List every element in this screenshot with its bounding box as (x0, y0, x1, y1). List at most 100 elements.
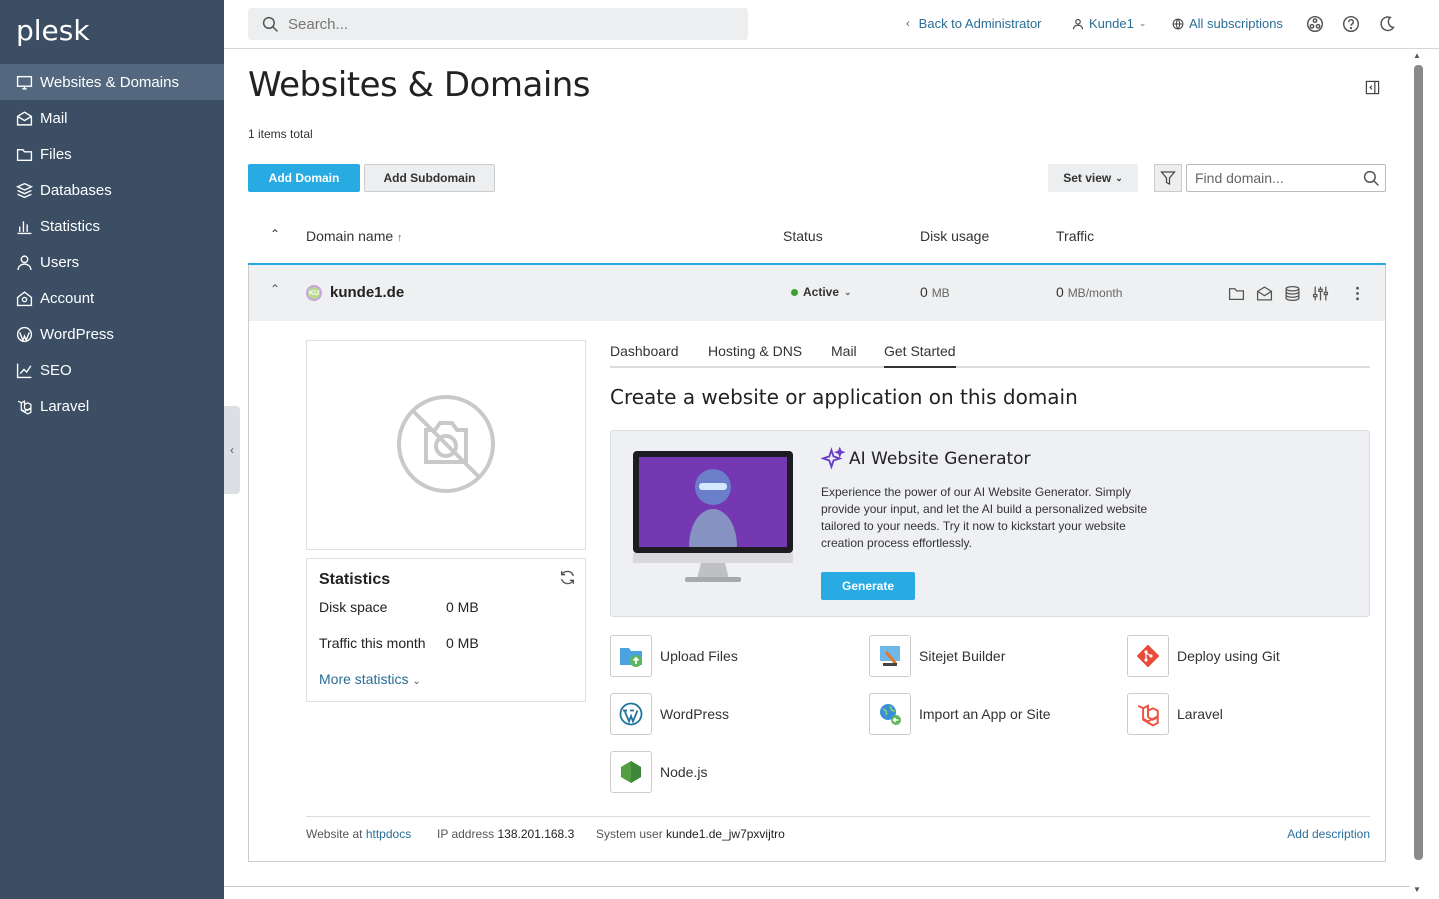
sidebar-item-account[interactable]: Account (0, 280, 224, 316)
set-view-button[interactable]: Set view ⌄ (1048, 164, 1138, 192)
sort-ascending-icon: ↑ (397, 232, 403, 244)
chevron-down-icon: ⌄ (1115, 172, 1123, 183)
git-icon (1127, 635, 1169, 677)
wordpress-icon (16, 326, 33, 342)
ip-address-label: IP address (437, 827, 495, 841)
upload-files-icon (610, 635, 652, 677)
disk-space-value: 0 MB (446, 599, 479, 615)
disk-space-label: Disk space (319, 599, 388, 615)
search-icon (1363, 170, 1379, 186)
website-preview[interactable] (306, 340, 586, 550)
sidebar-item-label: Users (40, 253, 80, 271)
all-subscriptions-link[interactable]: All subscriptions (1172, 16, 1283, 31)
tab-mail[interactable]: Mail (831, 343, 857, 368)
bottom-divider (224, 886, 1414, 887)
settings-sliders-icon[interactable] (1312, 285, 1329, 302)
more-statistics-label: More statistics (319, 671, 409, 687)
sidebar-item-users[interactable]: Users (0, 244, 224, 280)
sidebar-item-statistics[interactable]: Statistics (0, 208, 224, 244)
column-status[interactable]: Status (783, 228, 823, 244)
sidebar-item-databases[interactable]: Databases (0, 172, 224, 208)
chevron-down-icon: ⌄ (1138, 18, 1147, 28)
statistics-title: Statistics (319, 571, 391, 588)
more-statistics-link[interactable]: More statistics ⌄ (319, 671, 421, 687)
collapse-all-icon[interactable]: ⌃ (270, 227, 280, 241)
database-icon[interactable] (1284, 285, 1301, 302)
extensions-icon[interactable] (1306, 15, 1324, 33)
deploy-git-label: Deploy using Git (1177, 648, 1280, 664)
httpdocs-link[interactable]: httpdocs (366, 827, 411, 841)
back-to-administrator-link[interactable]: ‹ Back to Administrator (906, 16, 1042, 31)
filter-button[interactable] (1154, 164, 1182, 192)
nodejs-label: Node.js (660, 764, 708, 780)
add-description-link[interactable]: Add description (1287, 827, 1370, 841)
find-domain-input[interactable]: Find domain... (1186, 164, 1386, 192)
search-icon (262, 16, 278, 32)
sidebar-item-laravel[interactable]: Laravel (0, 388, 224, 424)
wordpress-label: WordPress (660, 706, 729, 722)
user-icon (17, 254, 32, 270)
tab-hosting-dns[interactable]: Hosting & DNS (708, 343, 802, 368)
column-domain-name[interactable]: Domain name ↑ (306, 228, 403, 244)
wordpress-action[interactable]: WordPress (610, 693, 729, 735)
laravel-action[interactable]: Laravel (1127, 693, 1223, 735)
layers-icon (16, 182, 33, 198)
column-disk-usage[interactable]: Disk usage (920, 228, 989, 244)
add-domain-button[interactable]: Add Domain (248, 164, 360, 192)
refresh-icon[interactable] (559, 569, 576, 586)
scroll-up-icon[interactable]: ▲ (1413, 51, 1421, 60)
sitejet-builder-action[interactable]: Sitejet Builder (869, 635, 1005, 677)
table-row[interactable]: ⌃ KU kunde1.de Active ⌄ 0 MB 0 MB/month (248, 265, 1386, 321)
upload-files-action[interactable]: Upload Files (610, 635, 738, 677)
collapse-panel-icon[interactable] (1365, 80, 1380, 95)
topbar: Search... ‹ Back to Administrator Kunde1… (224, 0, 1439, 49)
collapse-row-icon[interactable]: ⌃ (270, 282, 280, 296)
sidebar-item-websites-domains[interactable]: Websites & Domains (0, 64, 224, 100)
mail-icon (16, 110, 33, 126)
file-manager-icon[interactable] (1228, 285, 1245, 302)
add-subdomain-button[interactable]: Add Subdomain (364, 164, 495, 192)
help-icon[interactable] (1342, 15, 1360, 33)
chevron-down-icon: ⌄ (412, 676, 421, 687)
column-traffic[interactable]: Traffic (1056, 228, 1094, 244)
domain-name-link[interactable]: kunde1.de (330, 284, 404, 301)
import-app-action[interactable]: Import an App or Site (869, 693, 1051, 735)
set-view-label: Set view (1063, 171, 1112, 185)
scrollbar-thumb[interactable] (1414, 65, 1423, 860)
deploy-git-action[interactable]: Deploy using Git (1127, 635, 1280, 677)
tab-dashboard[interactable]: Dashboard (610, 343, 679, 368)
find-domain-placeholder: Find domain... (1195, 170, 1284, 186)
scroll-down-icon[interactable]: ▼ (1413, 885, 1421, 894)
scrollbar[interactable]: ▲ ▼ (1410, 49, 1439, 899)
user-name: Kunde1 (1089, 16, 1134, 31)
generate-button[interactable]: Generate (821, 572, 915, 600)
search-placeholder: Search... (288, 15, 349, 33)
sitejet-icon (869, 635, 911, 677)
ip-address-value: 138.201.168.3 (497, 827, 575, 841)
ai-website-generator-card: AI Website Generator Experience the powe… (610, 430, 1370, 617)
more-vertical-icon[interactable] (1349, 285, 1366, 302)
status-dropdown[interactable]: Active ⌄ (791, 285, 852, 299)
statistics-panel: Statistics Disk space 0 MB Traffic this … (306, 558, 586, 702)
search-input[interactable]: Search... (248, 8, 748, 40)
system-user-value: kunde1.de_jw7pxvijtro (666, 827, 785, 841)
sidebar-item-label: Websites & Domains (40, 73, 179, 91)
upload-files-label: Upload Files (660, 648, 738, 664)
sidebar-item-seo[interactable]: SEO (0, 352, 224, 388)
plesk-logo[interactable]: plesk (16, 14, 90, 47)
chevron-down-icon: ⌄ (844, 286, 852, 297)
traffic-value: 0 MB/month (1056, 284, 1122, 300)
disk-usage-value: 0 MB (920, 284, 950, 300)
dark-mode-icon[interactable] (1378, 15, 1396, 33)
tab-get-started[interactable]: Get Started (884, 343, 956, 368)
disk-usage-number: 0 (920, 284, 928, 300)
laravel-icon (1127, 693, 1169, 735)
sidebar-item-mail[interactable]: Mail (0, 100, 224, 136)
domain-details-panel: Statistics Disk space 0 MB Traffic this … (248, 321, 1386, 862)
user-menu[interactable]: Kunde1 ⌄ (1072, 16, 1146, 31)
back-to-administrator-label: Back to Administrator (918, 16, 1042, 31)
sidebar-item-wordpress[interactable]: WordPress (0, 316, 224, 352)
nodejs-action[interactable]: Node.js (610, 751, 707, 793)
sidebar-item-files[interactable]: Files (0, 136, 224, 172)
mail-icon[interactable] (1256, 285, 1273, 302)
